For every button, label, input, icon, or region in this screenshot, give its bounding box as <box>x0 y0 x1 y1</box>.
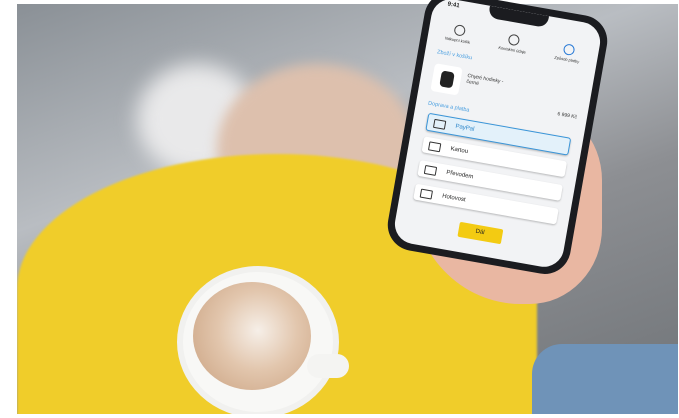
payment-option-label: Kartou <box>449 146 469 156</box>
phone-notch <box>487 5 549 28</box>
step-label: Nákupní košík <box>444 35 471 45</box>
coffee-latte <box>193 282 311 390</box>
continue-button[interactable]: Dál <box>456 221 503 245</box>
phone-screen: 9:41 Nákupní košík Kontaktní údaje Způso… <box>391 0 604 270</box>
payment-icon <box>562 43 575 56</box>
card-icon <box>428 140 442 152</box>
wallet-icon <box>419 188 434 200</box>
paypal-icon <box>433 118 447 130</box>
checkout-steps: Nákupní košík Kontaktní údaje Způsob pla… <box>433 21 593 66</box>
payment-option-label: Hotovost <box>441 193 467 204</box>
step-payment[interactable]: Způsob platby <box>543 40 593 66</box>
bank-icon <box>423 164 438 176</box>
product-price: 6 999 Kč <box>556 111 578 121</box>
payment-option-label: Převodem <box>445 169 474 181</box>
section-cart-title: Zboží v košíku <box>436 49 473 62</box>
product-name: Chytré hodinky - černé <box>465 72 504 87</box>
step-label: Kontaktní údaje <box>498 44 527 55</box>
step-cart[interactable]: Nákupní košík <box>433 21 483 47</box>
denim-sleeve <box>532 344 678 414</box>
payment-option-label: PayPal <box>454 123 475 133</box>
watch-icon <box>438 70 455 89</box>
status-time: 9:41 <box>447 1 460 10</box>
product-thumbnail <box>430 63 463 96</box>
cup-handle <box>307 354 349 378</box>
user-icon <box>507 33 521 47</box>
section-payment-title: Doprava a platba <box>427 100 470 114</box>
step-contact[interactable]: Kontaktní údaje <box>488 30 538 56</box>
step-label: Způsob platby <box>554 54 580 65</box>
cart-icon <box>452 23 466 37</box>
